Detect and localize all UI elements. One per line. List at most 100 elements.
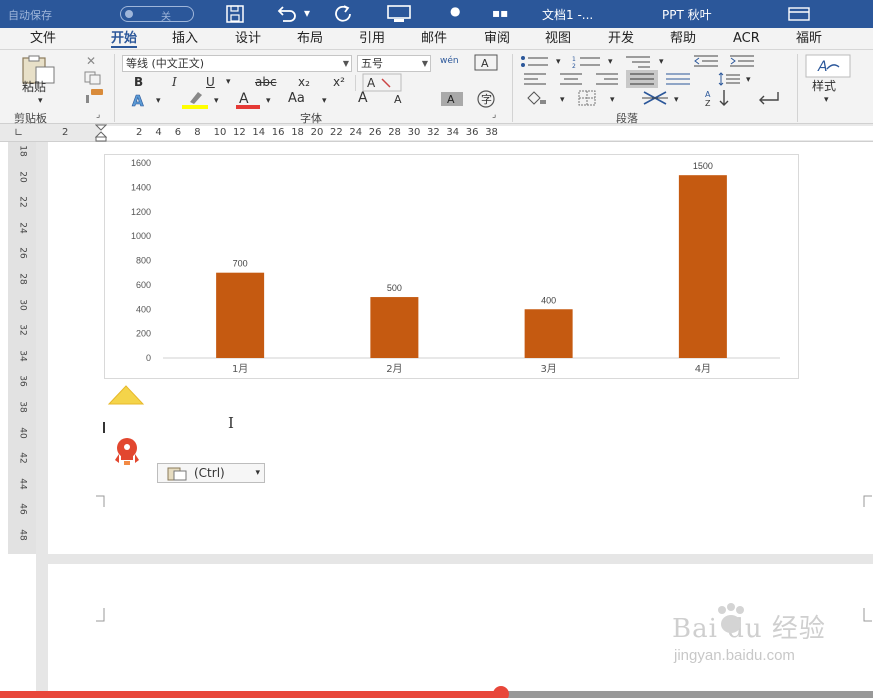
underline-button[interactable]: U: [206, 75, 215, 89]
decrease-indent-icon[interactable]: [692, 54, 720, 68]
line-spacing-dropdown-icon[interactable]: ▾: [746, 73, 751, 87]
anchor-marker-icon: [107, 385, 145, 405]
tab-selector-icon[interactable]: ∟: [14, 126, 23, 139]
enclose-char-icon[interactable]: 字: [472, 89, 500, 109]
show-marks-icon[interactable]: [752, 89, 782, 107]
justify-icon[interactable]: [626, 70, 658, 88]
format-painter-icon[interactable]: [82, 88, 106, 104]
borders-icon[interactable]: [576, 90, 600, 106]
tab-help[interactable]: 帮助: [670, 30, 696, 48]
redo-icon[interactable]: [333, 4, 355, 24]
shrink-font-button[interactable]: A: [394, 93, 402, 107]
bar[interactable]: [370, 297, 419, 358]
font-color-dropdown-icon[interactable]: ▾: [266, 94, 271, 108]
bar[interactable]: [678, 175, 727, 358]
tab-references[interactable]: 引用: [359, 30, 385, 48]
bullets-icon[interactable]: [520, 55, 550, 69]
tab-acrobat[interactable]: ACR: [733, 30, 760, 48]
align-center-icon[interactable]: [558, 72, 584, 86]
multilevel-dropdown-icon[interactable]: ▾: [659, 55, 664, 69]
highlight-icon[interactable]: [180, 90, 210, 110]
presentation-icon[interactable]: [386, 5, 412, 23]
clipboard-launcher-icon[interactable]: ⌟: [96, 110, 100, 120]
strikethrough-button[interactable]: abc: [255, 75, 277, 89]
font-launcher-icon[interactable]: ⌟: [492, 110, 496, 120]
tab-file[interactable]: 文件: [30, 30, 56, 48]
char-shading-icon[interactable]: A: [440, 91, 464, 107]
styles-label[interactable]: 样式: [812, 79, 836, 93]
indent-marker-icon[interactable]: [95, 124, 107, 142]
numbering-icon[interactable]: 12: [572, 55, 602, 69]
progress-handle[interactable]: [493, 686, 509, 698]
more-commands-icon[interactable]: ●: [450, 4, 460, 18]
font-color-icon[interactable]: A: [234, 89, 262, 110]
font-size-dropdown-icon[interactable]: ▼: [422, 56, 428, 71]
highlight-dropdown-icon[interactable]: ▾: [214, 94, 219, 108]
text-effects-dropdown-icon[interactable]: ▾: [156, 94, 161, 108]
italic-button[interactable]: I: [172, 75, 177, 89]
distributed-icon[interactable]: [664, 72, 692, 86]
tab-layout[interactable]: 布局: [297, 30, 323, 48]
bar[interactable]: [216, 272, 265, 358]
increase-indent-icon[interactable]: [728, 54, 756, 68]
vruler-number: 32: [17, 324, 28, 336]
bar-chart[interactable]: 0 200 400 600 800 1000 1200 1400 1600 700 1月 500 2月 4…: [104, 154, 799, 379]
align-left-icon[interactable]: [522, 72, 548, 86]
autosave-toggle[interactable]: 关: [120, 6, 194, 23]
sort-icon[interactable]: AZ: [704, 88, 734, 108]
shading-icon[interactable]: [524, 90, 548, 106]
styles-dropdown-icon[interactable]: ▾: [824, 93, 829, 107]
clear-formatting-icon[interactable]: A: [362, 73, 402, 93]
bold-button[interactable]: B: [134, 75, 143, 89]
align-right-icon[interactable]: [594, 72, 620, 86]
superscript-button[interactable]: x²: [333, 75, 345, 89]
paste-options-button[interactable]: (Ctrl) ▾: [157, 463, 265, 483]
undo-dropdown-icon[interactable]: ▾: [304, 6, 310, 20]
cut-icon[interactable]: ✕: [86, 54, 96, 68]
font-size-combo[interactable]: 五号 ▼: [357, 55, 431, 72]
undo-icon[interactable]: [275, 5, 299, 23]
y-tick-label: 1400: [131, 182, 151, 192]
asian-layout-icon[interactable]: [640, 88, 670, 108]
grow-font-button[interactable]: A: [358, 91, 368, 105]
save-icon[interactable]: [225, 5, 245, 23]
shading-dropdown-icon[interactable]: ▾: [560, 93, 565, 107]
numbering-dropdown-icon[interactable]: ▾: [608, 55, 613, 69]
phonetic-guide-button[interactable]: wén: [440, 54, 459, 68]
char-border-icon[interactable]: A: [472, 54, 500, 72]
bar[interactable]: [524, 309, 573, 358]
tab-mailings[interactable]: 邮件: [421, 30, 447, 48]
video-progress-bar[interactable]: [0, 686, 873, 698]
vertical-ruler[interactable]: 18 20 22 24 26 28 30 32 34 36 38 40 42 44 46 48: [8, 142, 36, 554]
ribbon-display-icon[interactable]: [788, 7, 810, 21]
paste-button-label[interactable]: 粘贴: [22, 80, 46, 94]
text-cursor: [103, 422, 105, 433]
font-name-dropdown-icon[interactable]: ▼: [343, 56, 349, 71]
tab-insert[interactable]: 插入: [172, 30, 198, 48]
underline-dropdown-icon[interactable]: ▾: [226, 75, 231, 89]
text-effects-icon[interactable]: A: [130, 91, 150, 109]
user-name[interactable]: PPT 秋叶: [662, 6, 712, 23]
line-spacing-icon[interactable]: [716, 72, 742, 86]
paste-dropdown-icon[interactable]: ▾: [38, 94, 43, 108]
customize-qat-icon[interactable]: ▪▪: [492, 6, 508, 20]
tab-developer[interactable]: 开发: [608, 30, 634, 48]
change-case-dropdown-icon[interactable]: ▾: [322, 94, 327, 108]
asian-layout-dropdown-icon[interactable]: ▾: [674, 93, 679, 107]
subscript-button[interactable]: x₂: [298, 75, 310, 89]
tab-view[interactable]: 视图: [545, 30, 571, 48]
tab-design[interactable]: 设计: [235, 30, 261, 48]
horizontal-ruler[interactable]: ∟ 2 2 4 6 8 10 12 14 16 18 20 22 24 26 28 30 32 34 36 38: [0, 124, 873, 142]
tab-review[interactable]: 审阅: [484, 30, 510, 48]
bullets-dropdown-icon[interactable]: ▾: [556, 55, 561, 69]
change-case-button[interactable]: Aa: [288, 92, 305, 106]
borders-dropdown-icon[interactable]: ▾: [610, 93, 615, 107]
styles-icon[interactable]: A: [805, 54, 851, 78]
tab-home[interactable]: 开始: [111, 30, 138, 48]
paste-options-dropdown-icon[interactable]: ▾: [255, 464, 260, 482]
multilevel-list-icon[interactable]: [624, 55, 654, 69]
font-name-combo[interactable]: 等线 (中文正文) ▼: [122, 55, 352, 72]
chart-canvas: 0 200 400 600 800 1000 1200 1400 1600 700 1月 500 2月 4…: [131, 158, 780, 375]
tab-foxit[interactable]: 福昕: [796, 30, 822, 48]
copy-icon[interactable]: [83, 71, 105, 85]
